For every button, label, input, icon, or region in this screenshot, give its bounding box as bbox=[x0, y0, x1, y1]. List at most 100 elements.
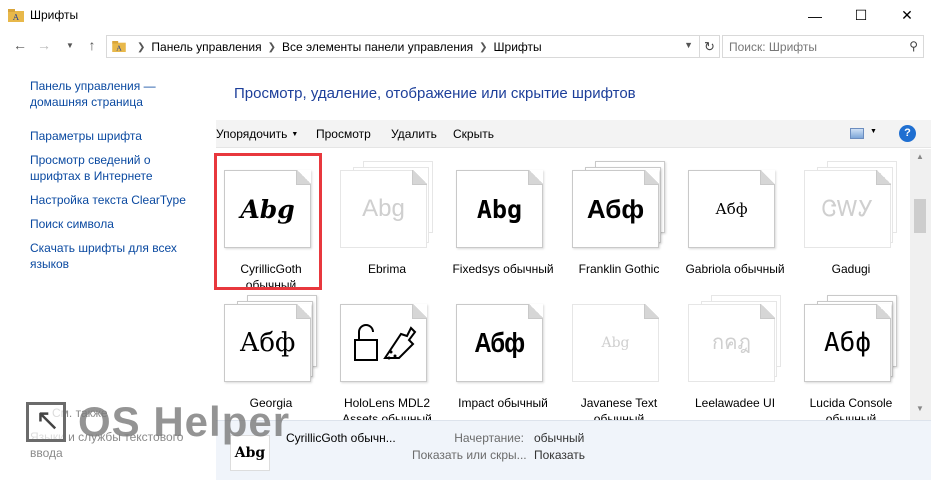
selected-font-name: CyrillicGoth обычн... bbox=[286, 431, 396, 445]
font-tile-hololens-mdl2[interactable]: HoloLens MDL2 Assets обычный bbox=[335, 291, 439, 420]
search-placeholder: Поиск: Шрифты bbox=[729, 40, 818, 54]
style-label: Начертание: bbox=[454, 431, 524, 445]
font-family-icon: ᏣᎳᎩ bbox=[799, 157, 903, 251]
style-value: обычный bbox=[534, 431, 585, 445]
font-sample: Abg bbox=[362, 195, 405, 222]
page-title: Просмотр, удаление, отображение или скры… bbox=[234, 85, 636, 102]
nav-link-download-fonts[interactable]: Скачать шрифты для всех языков bbox=[30, 240, 180, 272]
preview-button[interactable]: Просмотр bbox=[316, 127, 371, 141]
font-sample: Абф bbox=[474, 327, 526, 358]
breadcrumb-item[interactable]: Шрифты bbox=[494, 40, 542, 54]
show-hide-label: Показать или скры... bbox=[412, 448, 527, 462]
font-sample: กคฎ bbox=[712, 332, 751, 354]
font-name: Gadugi bbox=[831, 262, 871, 276]
title-bar: A Шрифты — ☐ ✕ bbox=[0, 0, 931, 31]
maximize-button[interactable]: ☐ bbox=[838, 0, 884, 31]
unlock-and-hand-glyph-icon bbox=[353, 324, 416, 361]
font-name: HoloLens MDL2 Assets обычный bbox=[342, 396, 432, 420]
font-tile-gabriola[interactable]: Абф Gabriola обычный bbox=[683, 157, 787, 287]
watermark-logo: OS Helper bbox=[20, 396, 300, 452]
font-sample: Abg bbox=[601, 335, 630, 351]
font-name: Gabriola обычный bbox=[685, 262, 785, 276]
font-sample: Абф bbox=[715, 199, 748, 218]
font-name: Franklin Gothic bbox=[578, 262, 660, 276]
font-name: Lucida Console обычный bbox=[809, 396, 893, 420]
font-file-icon: Abg bbox=[567, 291, 671, 385]
show-hide-value: Показать bbox=[534, 448, 586, 462]
selection-highlight bbox=[214, 153, 322, 290]
view-options-caret-icon[interactable]: ▼ bbox=[870, 128, 877, 135]
font-tile-franklin-gothic[interactable]: Абф Franklin Gothic bbox=[567, 157, 671, 287]
vertical-scrollbar[interactable]: ▲ ▼ bbox=[910, 149, 931, 420]
font-sample: Abg bbox=[476, 194, 523, 224]
nav-link-font-settings[interactable]: Параметры шрифта bbox=[30, 128, 210, 144]
scroll-up-arrow-icon[interactable]: ▲ bbox=[916, 152, 924, 161]
nav-link-control-panel-home[interactable]: Панель управления — домашняя страница bbox=[30, 78, 180, 110]
scroll-down-arrow-icon[interactable]: ▼ bbox=[916, 404, 924, 413]
change-view-icon[interactable] bbox=[850, 128, 864, 139]
breadcrumb: ❯ Панель управления ❯ Все элементы панел… bbox=[131, 40, 542, 54]
font-file-icon: Абф bbox=[683, 157, 787, 251]
font-family-icon: กคฎ bbox=[683, 291, 787, 385]
search-icon: ⚲ bbox=[909, 39, 918, 53]
delete-button[interactable]: Удалить bbox=[391, 127, 437, 141]
recent-locations-chevron-icon[interactable]: ▼ bbox=[60, 41, 80, 50]
font-file-icon bbox=[335, 291, 439, 385]
font-name: Ebrima bbox=[367, 262, 406, 276]
watermark-text: OS Helper bbox=[78, 398, 291, 445]
command-toolbar: Упорядочить ▼ Просмотр Удалить Скрыть ▼ ? bbox=[216, 120, 931, 148]
svg-text:A: A bbox=[115, 44, 121, 52]
font-tile-fixedsys[interactable]: Abg Fixedsys обычный bbox=[451, 157, 555, 287]
font-tile-leelawadee-ui[interactable]: กคฎ Leelawadee UI bbox=[683, 291, 787, 420]
breadcrumb-item[interactable]: Все элементы панели управления bbox=[282, 40, 473, 54]
organize-button[interactable]: Упорядочить ▼ bbox=[216, 127, 298, 141]
font-tile-impact[interactable]: Абф Impact обычный bbox=[451, 291, 555, 420]
nav-link-font-info-online[interactable]: Просмотр сведений о шрифтах в Интернете bbox=[30, 152, 165, 184]
address-dropdown-chevron-icon[interactable]: ▼ bbox=[684, 40, 693, 50]
details-pane: Abg CyrillicGoth обычн... Начертание: об… bbox=[216, 420, 931, 480]
back-arrow-icon[interactable]: ← bbox=[10, 37, 30, 53]
font-sample: Абф bbox=[824, 328, 871, 358]
fonts-folder-icon: A bbox=[112, 41, 126, 52]
font-tile-ebrima[interactable]: Abg Ebrima bbox=[335, 157, 439, 287]
up-arrow-icon[interactable]: ↑ bbox=[82, 37, 102, 53]
window-title: Шрифты bbox=[30, 8, 79, 22]
font-name: Fixedsys обычный bbox=[452, 262, 554, 276]
breadcrumb-separator-icon[interactable]: ❯ bbox=[268, 42, 276, 53]
svg-text:A: A bbox=[12, 13, 19, 22]
font-family-icon: Абф bbox=[219, 291, 323, 385]
dropdown-caret-icon: ▼ bbox=[291, 131, 299, 139]
font-sample: Абф bbox=[586, 194, 645, 224]
font-file-icon: Abg bbox=[451, 157, 555, 251]
forward-arrow-icon[interactable]: → bbox=[34, 37, 54, 53]
font-name: Leelawadee UI bbox=[694, 396, 776, 410]
font-sample: Абф bbox=[239, 328, 296, 358]
watermark-cursor-icon bbox=[26, 402, 66, 442]
minimize-button[interactable]: — bbox=[792, 0, 838, 31]
refresh-button[interactable]: ↻ bbox=[700, 35, 720, 58]
font-tile-lucida-console[interactable]: Абф Lucida Console обычный bbox=[799, 291, 903, 420]
font-family-icon: Абф bbox=[567, 157, 671, 251]
breadcrumb-separator-icon: ❯ bbox=[137, 41, 146, 53]
font-family-icon: Abg bbox=[335, 157, 439, 251]
address-bar[interactable]: A ❯ Панель управления ❯ Все элементы пан… bbox=[106, 35, 700, 58]
fonts-folder-icon: A bbox=[8, 9, 24, 22]
scrollbar-thumb[interactable] bbox=[914, 199, 926, 233]
organize-label: Упорядочить bbox=[216, 127, 288, 141]
address-row: ← → ▼ ↑ A ❯ Панель управления ❯ Все элем… bbox=[0, 31, 931, 61]
font-sample: ᏣᎳᎩ bbox=[821, 196, 874, 221]
breadcrumb-separator-icon[interactable]: ❯ bbox=[479, 42, 487, 53]
font-file-icon: Абф bbox=[451, 291, 555, 385]
font-tile-gadugi[interactable]: ᏣᎳᎩ Gadugi bbox=[799, 157, 903, 287]
help-button[interactable]: ? bbox=[899, 125, 916, 142]
font-name: Javanese Text обычный bbox=[580, 396, 658, 420]
hide-button[interactable]: Скрыть bbox=[453, 127, 494, 141]
breadcrumb-item[interactable]: Панель управления bbox=[151, 40, 261, 54]
font-name: Impact обычный bbox=[458, 396, 548, 410]
font-family-icon: Абф bbox=[799, 291, 903, 385]
search-input[interactable]: Поиск: Шрифты ⚲ bbox=[722, 35, 924, 58]
close-button[interactable]: ✕ bbox=[884, 0, 930, 31]
nav-link-find-character[interactable]: Поиск символа bbox=[30, 216, 210, 232]
nav-link-cleartype[interactable]: Настройка текста ClearType bbox=[30, 192, 210, 208]
font-tile-javanese-text[interactable]: Abg Javanese Text обычный bbox=[567, 291, 671, 420]
